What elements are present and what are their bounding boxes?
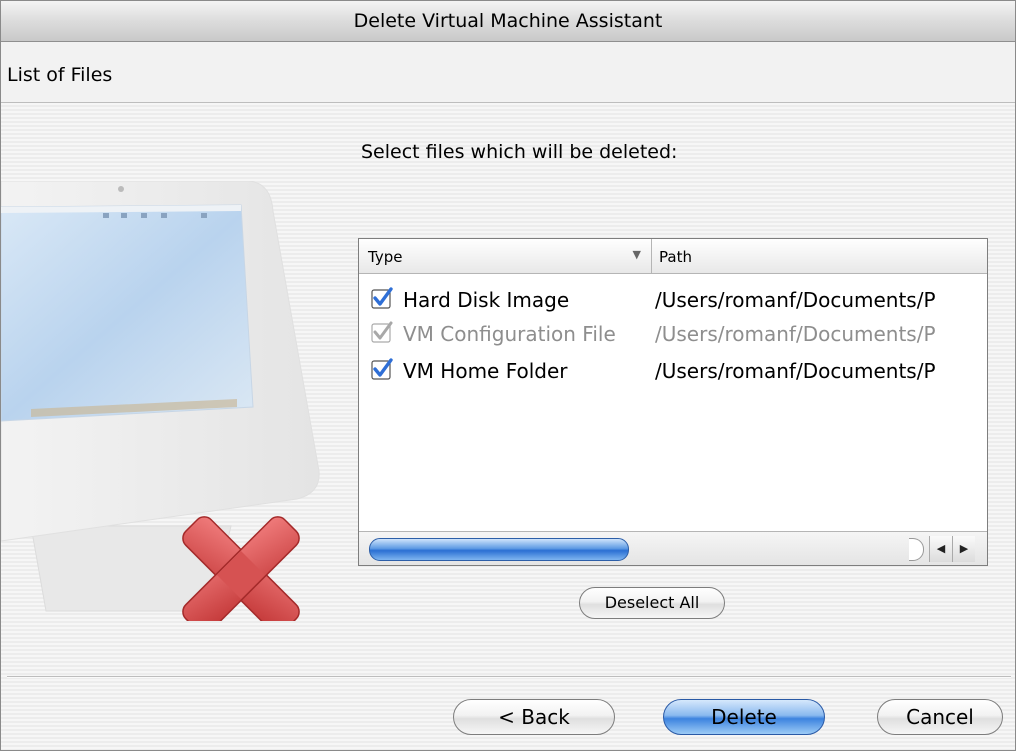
horizontal-scrollbar[interactable]: ◀ ▶ — [359, 531, 987, 565]
footer-divider — [7, 676, 1011, 678]
delete-button[interactable]: Delete — [663, 699, 825, 735]
column-header-path-label: Path — [659, 248, 692, 266]
scroll-left-icon[interactable]: ◀ — [929, 536, 952, 562]
deselect-all-button[interactable]: Deselect All — [579, 587, 725, 619]
dialog-window: Delete Virtual Machine Assistant List of… — [0, 0, 1016, 751]
checkbox-checked-disabled-icon — [371, 321, 393, 343]
column-header-type-label: Type — [368, 248, 403, 266]
row-type: VM Home Folder — [403, 359, 568, 383]
scrollbar-thumb[interactable] — [369, 538, 629, 561]
file-table[interactable]: Type ▼ Path Hard Disk Image /Users/roman… — [358, 238, 988, 566]
sort-descending-icon: ▼ — [632, 248, 641, 261]
row-path: /Users/romanf/Documents/P — [655, 288, 936, 312]
table-row[interactable]: VM Home Folder /Users/romanf/Documents/P — [359, 352, 987, 388]
checkbox-checked-icon[interactable] — [371, 287, 393, 309]
scroll-right-icon[interactable]: ▶ — [952, 536, 975, 562]
table-row[interactable]: Hard Disk Image /Users/romanf/Documents/… — [359, 281, 987, 317]
table-row: VM Configuration File /Users/romanf/Docu… — [359, 315, 987, 351]
cancel-button[interactable]: Cancel — [877, 699, 1003, 735]
section-header: List of Files — [1, 42, 1015, 103]
section-title: List of Files — [7, 64, 113, 86]
back-button[interactable]: < Back — [453, 699, 615, 735]
table-header: Type ▼ Path — [359, 239, 987, 274]
row-type: VM Configuration File — [403, 322, 616, 346]
row-path: /Users/romanf/Documents/P — [655, 322, 936, 346]
row-path: /Users/romanf/Documents/P — [655, 359, 936, 383]
column-header-type[interactable]: Type ▼ — [359, 239, 652, 273]
checkbox-checked-icon[interactable] — [371, 358, 393, 380]
window-title: Delete Virtual Machine Assistant — [1, 1, 1015, 42]
scrollbar-track-end — [909, 538, 924, 561]
computer-with-delete-x-icon — [0, 180, 320, 634]
instruction-text: Select files which will be deleted: — [361, 141, 678, 163]
row-type: Hard Disk Image — [403, 288, 570, 312]
computer-delete-illustration — [0, 180, 331, 634]
